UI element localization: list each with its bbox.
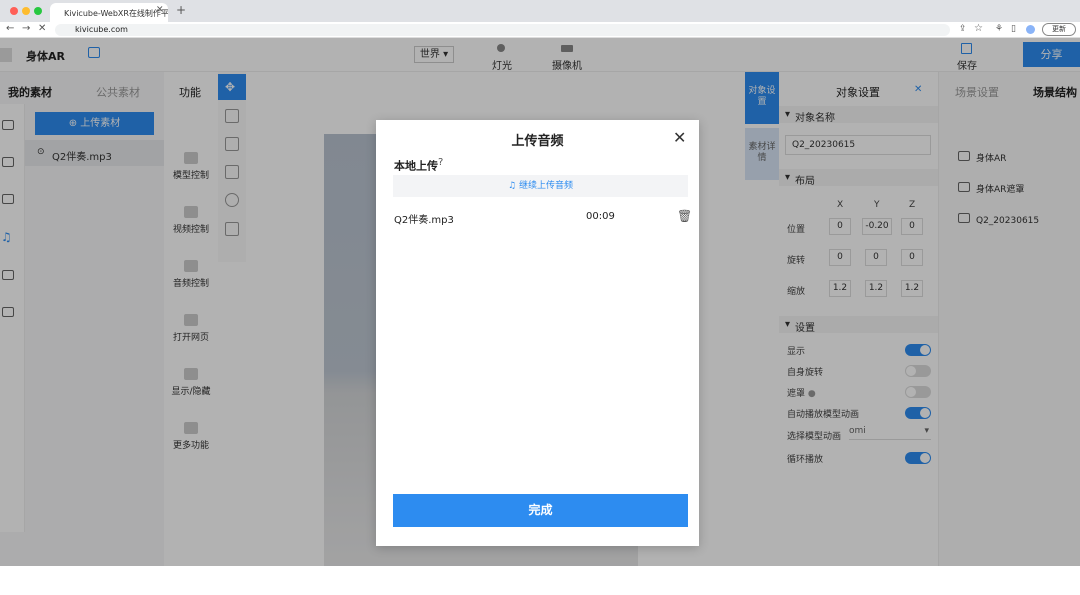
sidebar-icon[interactable]: ▯ <box>1011 24 1016 34</box>
audio-file-name: Q2伴奏.mp3 <box>394 215 454 226</box>
bookmark-star-icon[interactable]: ☆ <box>974 23 983 34</box>
new-tab-icon[interactable]: + <box>176 3 186 17</box>
bottom-strip <box>0 566 1080 595</box>
share-page-icon[interactable]: ⇪ <box>959 24 967 34</box>
music-note-icon: ♫ <box>508 181 519 191</box>
audio-file-duration: 00:09 <box>586 211 615 222</box>
continue-upload-label: 继续上传音频 <box>518 181 573 191</box>
browser-tab-bar: Kivicube-WebXR在线制作平台 ✕ + <box>0 0 1080 22</box>
browser-tab[interactable]: Kivicube-WebXR在线制作平台 <box>50 3 168 22</box>
back-icon[interactable]: ← <box>6 23 14 34</box>
upload-audio-dialog: 上传音频 ✕ 本地上传? ♫ 继续上传音频 Q2伴奏.mp3 00:09 🗑 完… <box>376 120 699 546</box>
done-button[interactable]: 完成 <box>393 494 688 527</box>
close-icon[interactable]: ✕ <box>673 128 686 147</box>
profile-avatar[interactable] <box>1026 25 1035 34</box>
forward-icon[interactable]: → <box>22 23 30 34</box>
stop-icon[interactable]: ✕ <box>38 23 46 34</box>
close-window-dot[interactable] <box>10 7 18 15</box>
dialog-title: 上传音频 <box>511 134 564 149</box>
tab-close-icon[interactable]: ✕ <box>156 5 164 15</box>
help-icon[interactable]: ? <box>438 157 443 168</box>
local-upload-label: 本地上传? <box>394 157 443 174</box>
maximize-window-dot[interactable] <box>34 7 42 15</box>
tab-title: Kivicube-WebXR在线制作平台 <box>64 9 168 18</box>
continue-upload-button[interactable]: ♫ 继续上传音频 <box>393 175 688 197</box>
extensions-icon[interactable]: ⚘ <box>995 24 1003 34</box>
address-bar: ← → ✕ kivicube.com ⇪ ☆ ⚘ ▯ 更新 <box>0 22 1080 38</box>
url-field[interactable]: kivicube.com <box>55 24 950 36</box>
trash-icon[interactable]: 🗑 <box>677 209 692 223</box>
url-text: kivicube.com <box>75 25 128 34</box>
update-button[interactable]: 更新 <box>1042 23 1076 36</box>
minimize-window-dot[interactable] <box>22 7 30 15</box>
local-upload-text: 本地上传 <box>394 159 438 173</box>
